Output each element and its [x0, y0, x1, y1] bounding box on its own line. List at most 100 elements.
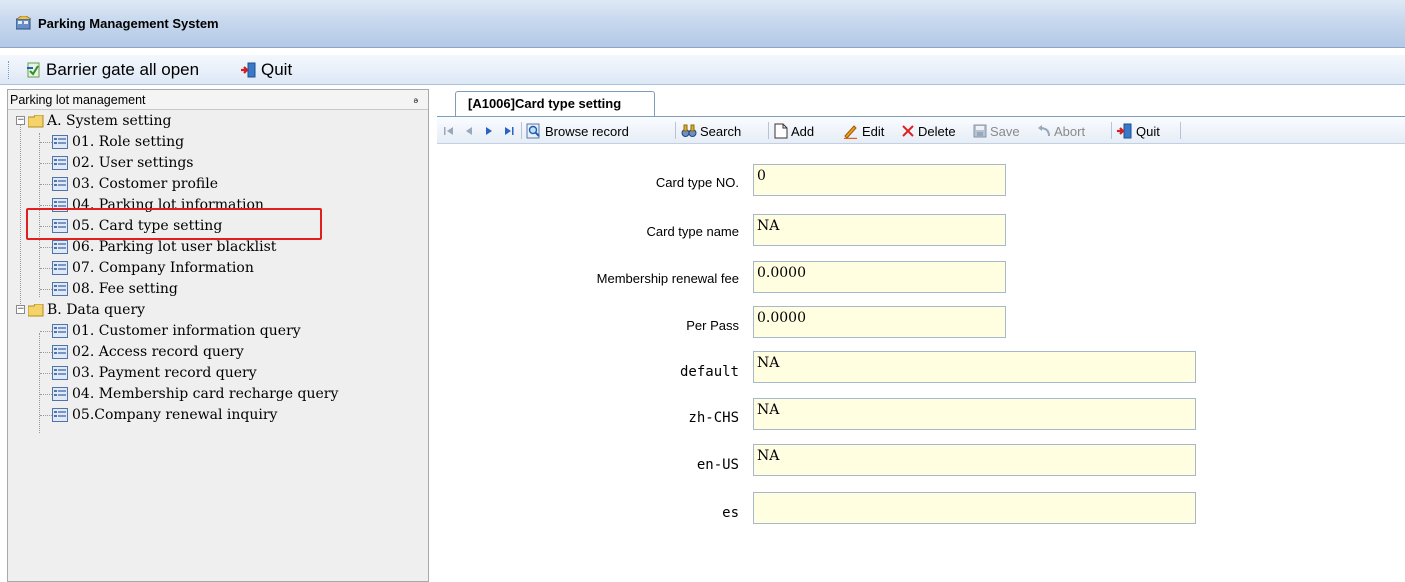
- barrier-gate-open-label: Barrier gate all open: [46, 60, 200, 79]
- tree-connector: [20, 125, 21, 306]
- save-disk-icon: [973, 124, 987, 138]
- form-icon: [52, 408, 68, 422]
- toolbar-quit-button[interactable]: Quit: [1116, 121, 1160, 141]
- form-icon: [52, 177, 68, 191]
- tree-group-data-query[interactable]: B. Data query: [28, 300, 145, 320]
- previous-record-button[interactable]: [463, 121, 478, 141]
- undo-icon: [1038, 125, 1050, 137]
- card-type-form: Card type NO. 0 Card type name NA Member…: [437, 145, 1405, 582]
- form-icon: [52, 261, 68, 275]
- edit-button[interactable]: Edit: [843, 121, 884, 141]
- form-icon: [52, 387, 68, 401]
- first-record-icon: [444, 127, 453, 135]
- search-button[interactable]: Search: [681, 121, 741, 141]
- abort-button[interactable]: Abort: [1037, 121, 1085, 141]
- browse-record-label: Browse record: [545, 123, 629, 139]
- add-button[interactable]: Add: [774, 121, 814, 141]
- tree-item-parking-lot-user-blacklist[interactable]: 06. Parking lot user blacklist: [52, 237, 276, 257]
- tree-connector: [39, 333, 40, 433]
- tree-item-label: 07. Company Information: [72, 260, 254, 276]
- previous-record-icon: [466, 127, 472, 135]
- browse-record-button[interactable]: Browse record: [526, 121, 629, 141]
- edit-label: Edit: [862, 123, 885, 139]
- tree-item-user-settings[interactable]: 02. User settings: [52, 153, 194, 173]
- navigation-panel-title: Parking lot management: [10, 93, 146, 107]
- tree-group-system-setting[interactable]: A. System setting: [28, 111, 172, 131]
- next-record-icon: [486, 127, 492, 135]
- save-label: Save: [990, 123, 1020, 139]
- toolbar-separator: [768, 122, 769, 139]
- pin-icon[interactable]: ᵊ: [414, 92, 418, 112]
- toolbar-separator: [675, 122, 676, 139]
- form-icon: [52, 345, 68, 359]
- delete-button[interactable]: Delete: [901, 121, 956, 141]
- form-icon: [52, 366, 68, 380]
- binoculars-icon: [681, 124, 697, 137]
- tree-item-company-renewal-inquiry[interactable]: 05.Company renewal inquiry: [52, 405, 277, 425]
- per-pass-label: Per Pass: [686, 318, 739, 333]
- window-title: Parking Management System: [38, 16, 219, 31]
- membership-renewal-fee-label: Membership renewal fee: [596, 271, 739, 286]
- pencil-icon: [844, 125, 857, 139]
- last-record-button[interactable]: [503, 121, 518, 141]
- per-pass-input[interactable]: 0.0000: [753, 306, 1006, 338]
- delete-x-icon: [902, 125, 914, 137]
- tree-group-label: A. System setting: [47, 113, 172, 129]
- new-document-icon: [774, 123, 788, 139]
- collapse-group-a-icon[interactable]: −: [16, 116, 25, 125]
- app-icon: [16, 16, 32, 30]
- first-record-button[interactable]: [443, 121, 458, 141]
- tree-item-label: 03. Payment record query: [72, 365, 257, 381]
- tree-item-access-record-query[interactable]: 02. Access record query: [52, 342, 244, 362]
- zh-chs-name-input[interactable]: NA: [753, 398, 1196, 430]
- tab-card-type-setting[interactable]: [A1006]Card type setting: [455, 91, 655, 117]
- tree-item-membership-card-recharge-query[interactable]: 04. Membership card recharge query: [52, 384, 338, 404]
- last-record-icon: [505, 127, 514, 135]
- main-quit-label: Quit: [261, 60, 293, 79]
- tree-item-customer-profile[interactable]: 03. Costomer profile: [52, 174, 218, 194]
- card-type-name-label: Card type name: [646, 224, 740, 239]
- default-name-input[interactable]: NA: [753, 351, 1196, 383]
- tree-item-label: 02. User settings: [72, 155, 194, 171]
- form-icon: [52, 156, 68, 170]
- tree-item-label: 08. Fee setting: [72, 281, 178, 297]
- en-us-name-input[interactable]: NA: [753, 444, 1196, 476]
- tree-item-company-information[interactable]: 07. Company Information: [52, 258, 254, 278]
- tree-item-label: 04. Membership card recharge query: [72, 386, 339, 402]
- folder-icon: [28, 303, 44, 316]
- tree-item-label: 02. Access record query: [72, 344, 244, 360]
- zh-chs-label: zh-CHS: [688, 410, 739, 426]
- tree-item-role-setting[interactable]: 01. Role setting: [52, 132, 184, 152]
- tree-item-customer-information-query[interactable]: 01. Customer information query: [52, 321, 301, 341]
- toolbar-grip[interactable]: [8, 61, 11, 79]
- save-button[interactable]: Save: [973, 121, 1020, 141]
- barrier-gate-open-button[interactable]: Barrier gate all open: [26, 59, 199, 81]
- folder-icon: [28, 114, 44, 127]
- tree-item-label: 03. Costomer profile: [72, 176, 218, 192]
- membership-renewal-fee-input[interactable]: 0.0000: [753, 261, 1006, 293]
- tree-item-fee-setting[interactable]: 08. Fee setting: [52, 279, 178, 299]
- delete-label: Delete: [918, 123, 956, 139]
- search-label: Search: [700, 123, 742, 139]
- card-type-no-label: Card type NO.: [655, 175, 739, 190]
- es-name-input[interactable]: [753, 492, 1196, 524]
- tree-item-label: 01. Role setting: [72, 134, 185, 150]
- collapse-group-b-icon[interactable]: −: [16, 305, 25, 314]
- toolbar-quit-label: Quit: [1136, 123, 1160, 139]
- tree-item-label: 06. Parking lot user blacklist: [72, 239, 277, 255]
- main-quit-button[interactable]: Quit: [240, 59, 292, 81]
- default-label: default: [679, 364, 739, 380]
- document-tabs: [A1006]Card type setting: [437, 89, 1405, 117]
- tree-item-payment-record-query[interactable]: 03. Payment record query: [52, 363, 257, 383]
- navigation-tree: − A. System setting 01. Role setting 02.…: [8, 111, 428, 581]
- barrier-gate-icon: [27, 62, 40, 78]
- card-type-no-input[interactable]: 0: [753, 164, 1006, 196]
- toolbar-separator: [1111, 122, 1112, 139]
- navigation-panel-header: Parking lot management ᵊ: [8, 90, 428, 110]
- card-type-name-input[interactable]: NA: [753, 214, 1006, 246]
- form-icon: [52, 324, 68, 338]
- title-bar: Parking Management System: [0, 0, 1405, 48]
- next-record-button[interactable]: [483, 121, 498, 141]
- toolbar-separator: [521, 122, 522, 139]
- navigation-panel: Parking lot management ᵊ − A. System set…: [7, 89, 429, 582]
